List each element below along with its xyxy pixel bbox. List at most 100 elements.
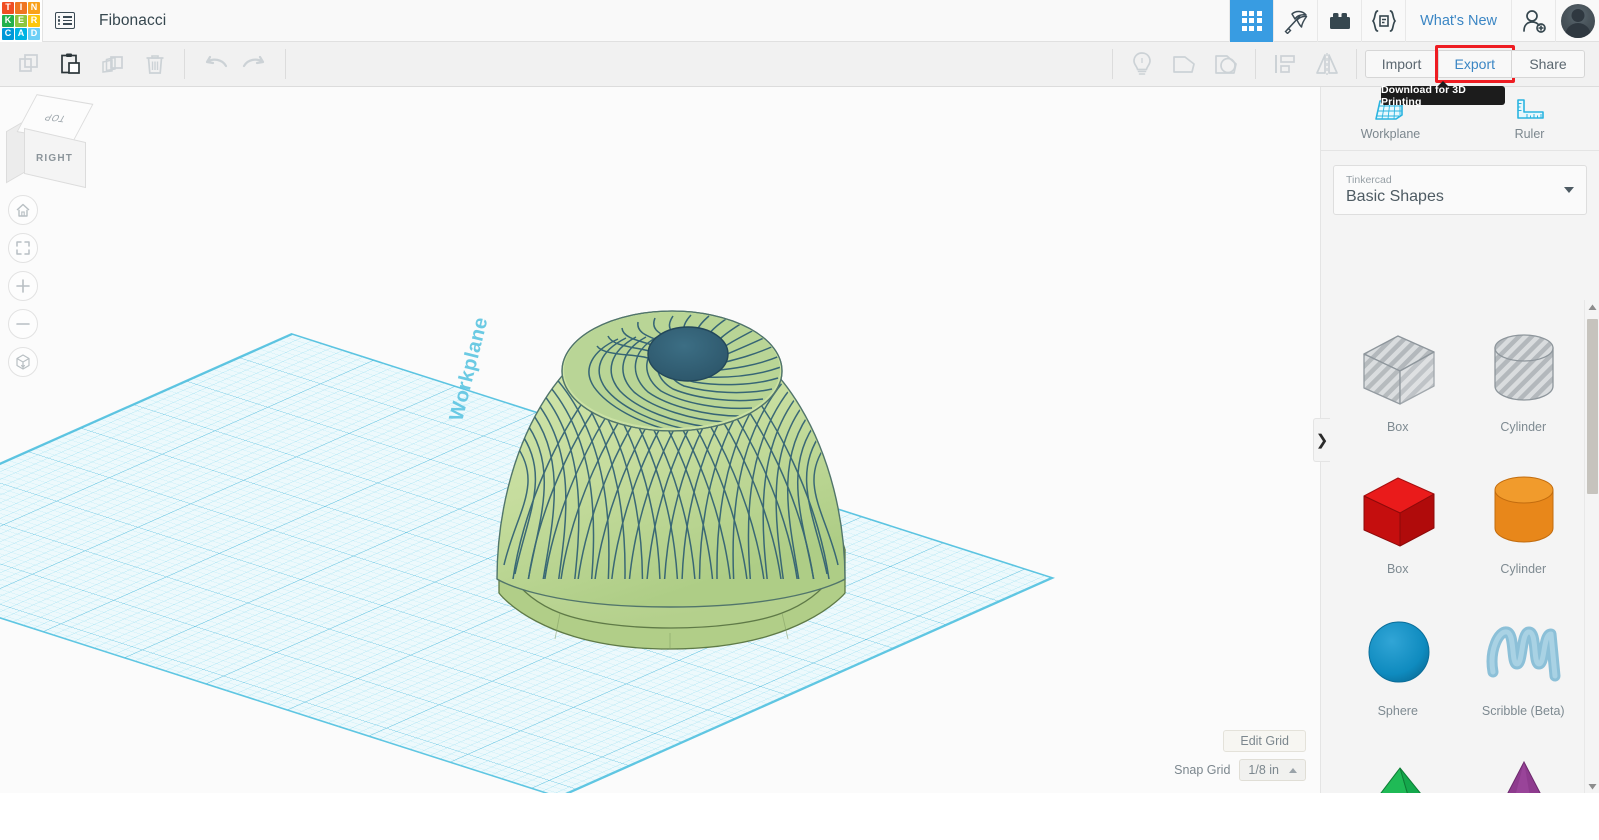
- group-button[interactable]: [1163, 42, 1205, 87]
- 3d-viewport[interactable]: Workplane TOP RIGHT Edit Grid Snap Grid …: [0, 87, 1320, 793]
- shapes-scroll-area[interactable]: Box Cylinder Box Cylinder Sphere Scribbl…: [1321, 300, 1599, 793]
- logo-tile-d: D: [28, 27, 40, 40]
- user-account-button[interactable]: [1555, 0, 1599, 42]
- viewcube-front-face[interactable]: RIGHT: [24, 127, 86, 189]
- paste-button[interactable]: [50, 42, 92, 87]
- delete-button[interactable]: [134, 42, 176, 87]
- duplicate-button[interactable]: [92, 42, 134, 87]
- shape-item-cylinder-hole[interactable]: Cylinder: [1461, 318, 1587, 450]
- shapes-scrollbar[interactable]: [1584, 300, 1599, 793]
- export-tooltip: Download for 3D Printing: [1381, 84, 1505, 108]
- scrollbar-track[interactable]: [1585, 314, 1599, 779]
- nav-circuits-button[interactable]: [1317, 0, 1361, 42]
- scroll-up-button[interactable]: [1585, 300, 1599, 314]
- ungroup-button[interactable]: [1205, 42, 1247, 87]
- zoom-out-button[interactable]: [8, 309, 38, 339]
- snap-grid-label: Snap Grid: [1174, 763, 1231, 777]
- shape-item-box-hole[interactable]: Box: [1335, 318, 1461, 450]
- ruler-tool-label: Ruler: [1514, 126, 1545, 141]
- cylinder-hole-icon: [1468, 318, 1578, 418]
- viewcube-front-label: RIGHT: [36, 152, 74, 164]
- project-menu-button[interactable]: [43, 0, 87, 42]
- duplicate-icon: [102, 56, 123, 73]
- hint-button[interactable]: [1121, 42, 1163, 87]
- view-cube[interactable]: TOP RIGHT: [4, 94, 96, 189]
- shape-item-cone[interactable]: Cone: [1461, 744, 1587, 793]
- trash-icon: [146, 55, 164, 74]
- share-button[interactable]: Share: [1511, 50, 1585, 78]
- logo-tile-t: T: [2, 1, 14, 14]
- whats-new-link[interactable]: What's New: [1405, 0, 1511, 42]
- snap-grid-row: Snap Grid 1/8 in: [1174, 759, 1306, 781]
- logo-tile-e: E: [15, 14, 27, 27]
- redo-button[interactable]: [235, 42, 277, 87]
- shapes-grid: Box Cylinder Box Cylinder Sphere Scribbl…: [1321, 300, 1599, 793]
- perspective-toggle-button[interactable]: [8, 347, 38, 377]
- top-bar: TINKERCAD Fibonacci What's New: [0, 0, 1599, 42]
- workplane-tool-label: Workplane: [1360, 126, 1421, 141]
- ungroup-shape-icon: [1214, 55, 1237, 74]
- copy-button[interactable]: [8, 42, 50, 87]
- nav-codeblocks-button[interactable]: [1361, 0, 1405, 42]
- caret-up-icon: [1588, 304, 1597, 310]
- redo-icon: [242, 55, 265, 68]
- shape-item-box[interactable]: Box: [1335, 460, 1461, 592]
- align-button[interactable]: [1264, 42, 1306, 87]
- add-person-icon: [1522, 9, 1546, 33]
- shape-item-cylinder[interactable]: Cylinder: [1461, 460, 1587, 592]
- undo-button[interactable]: [193, 42, 235, 87]
- mirror-button[interactable]: [1306, 42, 1348, 87]
- nav-minecraft-button[interactable]: [1273, 0, 1317, 42]
- import-button[interactable]: Import: [1364, 50, 1439, 78]
- plus-icon: [16, 279, 30, 293]
- fit-view-icon: [16, 241, 30, 255]
- page-title: Fibonacci: [99, 11, 167, 29]
- copy-icon: [19, 54, 38, 72]
- box-hole-icon: [1343, 318, 1453, 418]
- export-button[interactable]: Export: [1434, 45, 1515, 83]
- edit-toolbar: Import Export Share: [0, 42, 1599, 87]
- library-group-label: Tinkercad: [1346, 173, 1392, 186]
- lego-brick-icon: [1329, 12, 1350, 29]
- shape-library-select[interactable]: Tinkercad Basic Shapes: [1333, 165, 1587, 215]
- roof-icon: [1343, 744, 1453, 793]
- nav-3d-designs-button[interactable]: [1229, 0, 1274, 42]
- logo-tile-i: I: [15, 1, 27, 14]
- fit-to-view-button[interactable]: [8, 233, 38, 263]
- caret-up-icon: [1289, 767, 1297, 773]
- avatar: [1560, 3, 1595, 38]
- group-shape-icon: [1172, 56, 1195, 73]
- divider: [1111, 49, 1113, 79]
- align-icon: [1274, 55, 1295, 73]
- logo-tile-c: C: [2, 27, 14, 40]
- mirror-icon: [1315, 53, 1338, 75]
- scrollbar-thumb[interactable]: [1587, 319, 1598, 494]
- shape-label: Cylinder: [1500, 562, 1547, 576]
- zoom-in-button[interactable]: [8, 271, 38, 301]
- divider: [285, 49, 286, 79]
- snap-grid-select[interactable]: 1/8 in: [1239, 759, 1306, 781]
- shape-item-sphere[interactable]: Sphere: [1335, 602, 1461, 734]
- edit-grid-button[interactable]: Edit Grid: [1223, 730, 1306, 752]
- shape-item-scribble[interactable]: Scribble (Beta): [1461, 602, 1587, 734]
- viewcube-top-label: TOP: [42, 111, 68, 125]
- grid-icon: [1241, 10, 1262, 31]
- divider: [1355, 49, 1357, 79]
- tinkercad-app: TINKERCAD Fibonacci What's New Import Ex…: [0, 0, 1599, 840]
- scroll-down-button[interactable]: [1585, 779, 1599, 793]
- top-nav: What's New: [1229, 0, 1599, 42]
- scribble-icon: [1468, 602, 1578, 702]
- logo-tile-n: N: [28, 1, 40, 14]
- chevron-down-icon: [1564, 187, 1574, 193]
- tinkercad-logo[interactable]: TIN KER CAD: [0, 0, 42, 42]
- collapse-panel-button[interactable]: ❯: [1313, 418, 1330, 462]
- invite-people-button[interactable]: [1511, 0, 1555, 42]
- divider: [1254, 49, 1256, 79]
- paste-icon: [61, 53, 80, 74]
- shape-label: Box: [1386, 420, 1409, 434]
- caret-down-icon: [1588, 783, 1597, 789]
- shape-item-roof[interactable]: Roof: [1335, 744, 1461, 793]
- codeblocks-icon: [1371, 9, 1396, 32]
- home-view-button[interactable]: [8, 195, 38, 225]
- export-button-label: Export: [1454, 56, 1495, 72]
